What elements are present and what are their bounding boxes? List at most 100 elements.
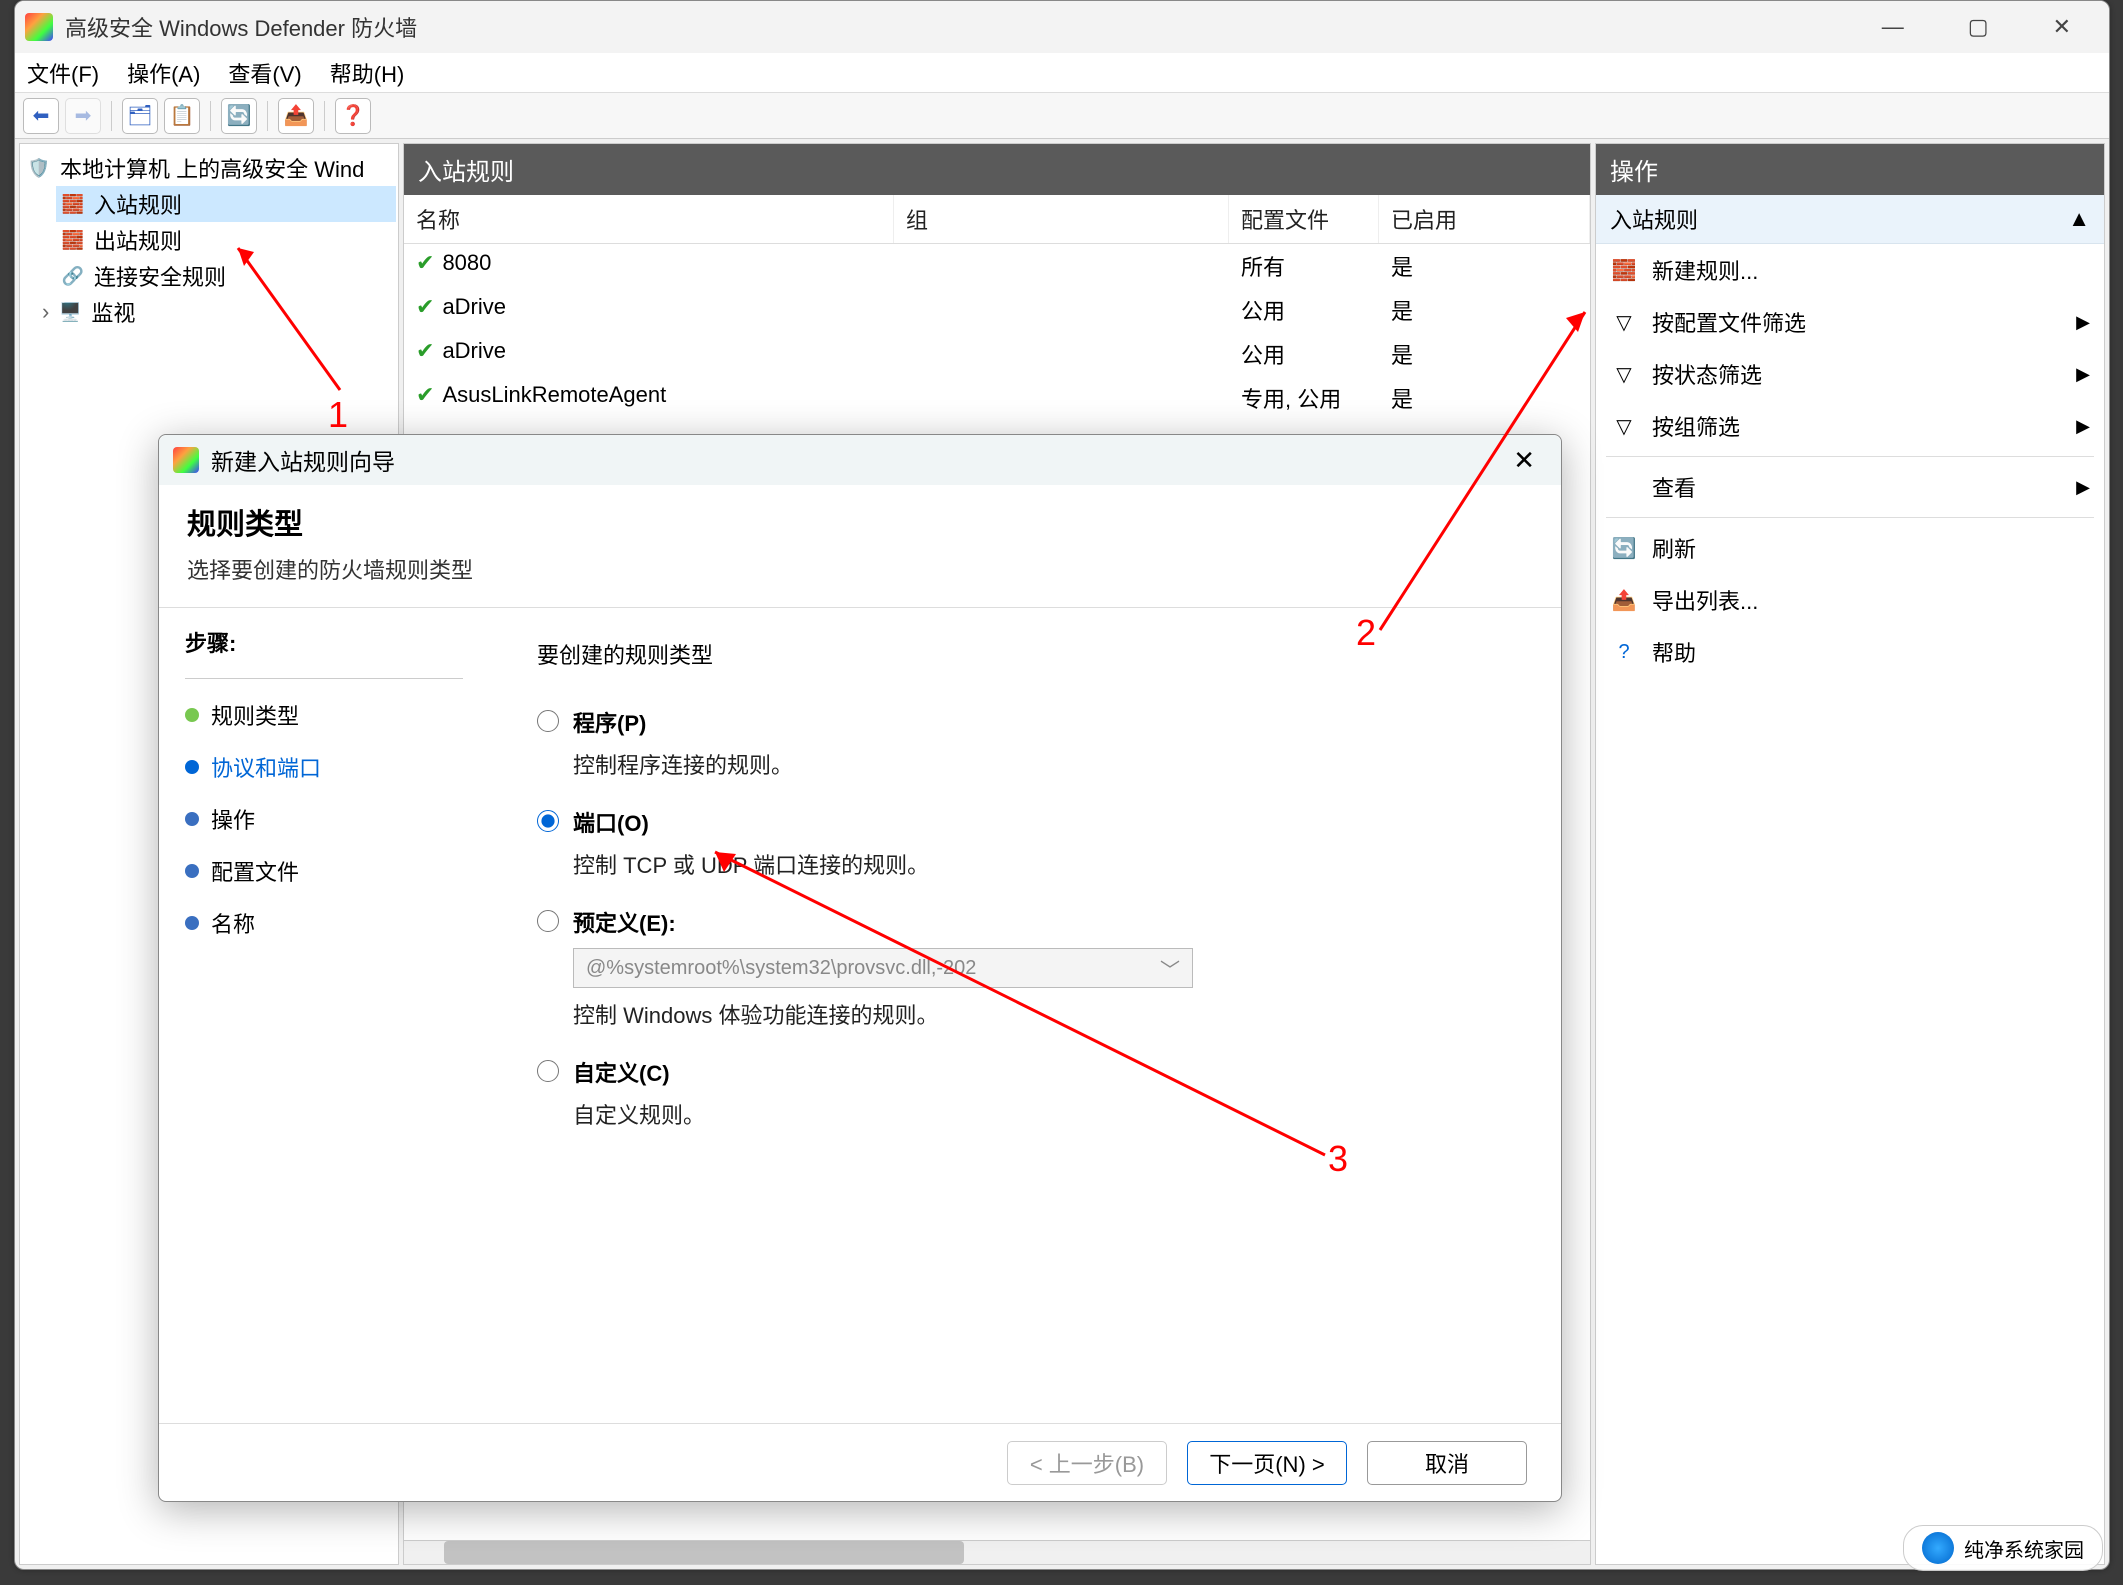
outbound-icon: 🧱	[60, 229, 86, 251]
radio-predefined-input[interactable]	[537, 910, 559, 932]
action-refresh[interactable]: 🔄 刷新	[1596, 522, 2104, 574]
toolbar-properties-icon[interactable]: 📋	[164, 98, 200, 134]
minimize-button[interactable]: —	[1866, 10, 1920, 44]
tree-monitor[interactable]: › 🖥️ 监视	[56, 294, 396, 330]
connsec-icon: 🔗	[60, 265, 86, 287]
tree-root[interactable]: 🛡️ 本地计算机 上的高级安全 Wind	[22, 150, 396, 186]
actions-group-header: 入站规则 ▲	[1596, 195, 2104, 244]
table-row[interactable]: ✔8080所有是	[404, 244, 1590, 288]
filter-icon: ▽	[1610, 310, 1638, 334]
col-name[interactable]: 名称	[404, 195, 894, 243]
radio-port-input[interactable]	[537, 810, 559, 832]
wizard-title-text: 新建入站规则向导	[211, 443, 1501, 477]
action-filter-group[interactable]: ▽ 按组筛选 ▶	[1596, 400, 2104, 452]
back-button[interactable]: < 上一步(B)	[1007, 1441, 1167, 1485]
watermark-icon	[1922, 1532, 1954, 1564]
center-title: 入站规则	[404, 144, 1590, 195]
radio-program-input[interactable]	[537, 710, 559, 732]
toolbar-action-icon[interactable]: 🗂	[122, 98, 158, 134]
wizard-body: 步骤: 规则类型 协议和端口 操作 配置文件 名称 要创建的规则类型 程序(P)…	[159, 607, 1561, 1423]
predefined-combo[interactable]: @%systemroot%\system32\provsvc.dll,-202 …	[573, 948, 1193, 988]
step-profile[interactable]: 配置文件	[185, 845, 463, 897]
chevron-right-icon: ▶	[2076, 477, 2090, 498]
radio-program-desc: 控制程序连接的规则。	[573, 748, 1513, 780]
table-row[interactable]: ✔AsusLinkRemoteAgent专用, 公用是	[404, 376, 1590, 420]
actions-title: 操作	[1596, 144, 2104, 195]
toolbar-export-icon[interactable]: 📤	[278, 98, 314, 134]
forward-button[interactable]: ➡	[65, 98, 101, 134]
steps-label: 步骤:	[185, 626, 463, 658]
step-name[interactable]: 名称	[185, 897, 463, 949]
back-button[interactable]: ⬅	[23, 98, 59, 134]
action-filter-profile[interactable]: ▽ 按配置文件筛选 ▶	[1596, 296, 2104, 348]
wizard-footer: < 上一步(B) 下一页(N) > 取消	[159, 1423, 1561, 1501]
chevron-right-icon: ▶	[2076, 364, 2090, 385]
export-icon: 📤	[1610, 588, 1638, 612]
maximize-button[interactable]: ▢	[1952, 10, 2005, 44]
new-rule-icon: 🧱	[1610, 258, 1638, 282]
chevron-down-icon: ﹀	[1160, 954, 1180, 983]
collapse-icon[interactable]: ▲	[2068, 206, 2090, 232]
toolbar-refresh-icon[interactable]: 🔄	[221, 98, 257, 134]
close-button[interactable]: ✕	[2037, 10, 2087, 44]
wizard-subheading: 选择要创建的防火墙规则类型	[187, 553, 1533, 585]
horizontal-scrollbar[interactable]	[404, 1540, 1590, 1564]
next-button[interactable]: 下一页(N) >	[1187, 1441, 1347, 1485]
firewall-icon: 🛡️	[26, 157, 52, 179]
window-controls: — ▢ ✕	[1866, 10, 2099, 44]
actions-pane: 操作 入站规则 ▲ 🧱 新建规则... ▽ 按配置文件筛选 ▶ ▽ 按状态筛选 …	[1595, 143, 2105, 1565]
refresh-icon: 🔄	[1610, 536, 1638, 560]
action-export[interactable]: 📤 导出列表...	[1596, 574, 2104, 626]
radio-port-desc: 控制 TCP 或 UDP 端口连接的规则。	[573, 848, 1513, 880]
wizard-heading: 规则类型	[187, 501, 1533, 543]
menu-file[interactable]: 文件(F)	[27, 57, 99, 89]
window-title: 高级安全 Windows Defender 防火墙	[65, 11, 1866, 43]
new-rule-wizard-dialog: 新建入站规则向导 ✕ 规则类型 选择要创建的防火墙规则类型 步骤: 规则类型 协…	[158, 434, 1562, 1502]
table-row[interactable]: ✔aDrive公用是	[404, 332, 1590, 376]
menu-action[interactable]: 操作(A)	[127, 57, 200, 89]
step-rule-type[interactable]: 规则类型	[185, 689, 463, 741]
menubar: 文件(F) 操作(A) 查看(V) 帮助(H)	[15, 53, 2109, 93]
step-protocol-port[interactable]: 协议和端口	[185, 741, 463, 793]
wizard-prompt: 要创建的规则类型	[537, 638, 1513, 670]
step-action[interactable]: 操作	[185, 793, 463, 845]
chevron-right-icon: ▶	[2076, 416, 2090, 437]
watermark: 纯净系统家园	[1903, 1525, 2103, 1571]
menu-view[interactable]: 查看(V)	[228, 57, 301, 89]
firewall-app-icon	[25, 13, 53, 41]
help-icon: ?	[1610, 640, 1638, 664]
action-new-rule[interactable]: 🧱 新建规则...	[1596, 244, 2104, 296]
wizard-icon	[173, 447, 199, 473]
filter-icon: ▽	[1610, 362, 1638, 386]
expand-icon[interactable]: ›	[42, 299, 49, 325]
radio-program[interactable]: 程序(P)	[537, 706, 1513, 738]
column-headers: 名称 组 配置文件 已启用	[404, 195, 1590, 244]
tree-outbound-rules[interactable]: 🧱 出站规则	[56, 222, 396, 258]
toolbar-help-icon[interactable]: ❓	[335, 98, 371, 134]
chevron-right-icon: ▶	[2076, 312, 2090, 333]
toolbar: ⬅ ➡ 🗂 📋 🔄 📤 ❓	[15, 93, 2109, 139]
rules-list: ✔8080所有是✔aDrive公用是✔aDrive公用是✔AsusLinkRem…	[404, 244, 1590, 420]
col-profile[interactable]: 配置文件	[1229, 195, 1379, 243]
radio-port[interactable]: 端口(O)	[537, 806, 1513, 838]
radio-predefined-desc: 控制 Windows 体验功能连接的规则。	[573, 998, 1513, 1030]
check-icon: ✔	[416, 382, 434, 407]
monitor-icon: 🖥️	[57, 301, 83, 323]
check-icon: ✔	[416, 338, 434, 363]
radio-custom-input[interactable]	[537, 1060, 559, 1082]
radio-predefined[interactable]: 预定义(E):	[537, 906, 1513, 938]
menu-help[interactable]: 帮助(H)	[330, 57, 405, 89]
action-filter-state[interactable]: ▽ 按状态筛选 ▶	[1596, 348, 2104, 400]
action-help[interactable]: ? 帮助	[1596, 626, 2104, 678]
cancel-button[interactable]: 取消	[1367, 1441, 1527, 1485]
col-enabled[interactable]: 已启用	[1379, 195, 1590, 243]
action-view[interactable]: 查看 ▶	[1596, 461, 2104, 513]
col-group[interactable]: 组	[894, 195, 1229, 243]
wizard-close-button[interactable]: ✕	[1501, 443, 1547, 478]
titlebar: 高级安全 Windows Defender 防火墙 — ▢ ✕	[15, 1, 2109, 53]
table-row[interactable]: ✔aDrive公用是	[404, 288, 1590, 332]
radio-custom[interactable]: 自定义(C)	[537, 1056, 1513, 1088]
tree-connection-security[interactable]: 🔗 连接安全规则	[56, 258, 396, 294]
tree-inbound-rules[interactable]: 🧱 入站规则	[56, 186, 396, 222]
radio-custom-desc: 自定义规则。	[573, 1098, 1513, 1130]
